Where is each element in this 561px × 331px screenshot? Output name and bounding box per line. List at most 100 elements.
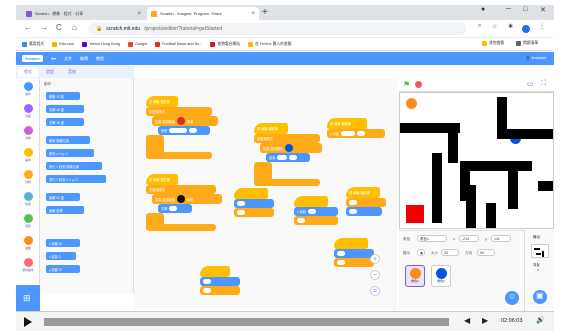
- next-icon[interactable]: ▶: [482, 316, 488, 325]
- new-tab-button[interactable]: +: [262, 7, 268, 18]
- value-field[interactable]: [337, 260, 345, 265]
- value-field[interactable]: [169, 128, 188, 133]
- key-block[interactable]: x 改變: [327, 129, 385, 138]
- maximize-button[interactable]: □: [523, 6, 527, 13]
- when-flag-clicked-block[interactable]: 當 綠旗 被點擊: [146, 96, 178, 107]
- motion-block[interactable]: x 改變: [294, 207, 338, 216]
- back-button[interactable]: ←: [24, 23, 32, 32]
- sprite-name-field[interactable]: 角色1: [417, 235, 447, 242]
- close-tab-icon[interactable]: ×: [137, 11, 141, 17]
- palette-block[interactable]: 滑行 1 秒到 x: 0 y: 0: [46, 175, 106, 183]
- category-operators[interactable]: 運算: [16, 214, 40, 228]
- color-swatch[interactable]: [177, 117, 186, 125]
- account-avatar[interactable]: [522, 25, 530, 33]
- motion-block[interactable]: [200, 277, 240, 286]
- motion-block[interactable]: [346, 207, 382, 216]
- reload-button[interactable]: C: [56, 23, 62, 32]
- motion-block[interactable]: [234, 199, 274, 208]
- value-field[interactable]: [337, 251, 345, 256]
- zoom-reset-icon[interactable]: =: [370, 286, 380, 296]
- forever-block[interactable]: 重複無限次: [146, 185, 216, 194]
- palette-block[interactable]: 移動 10 點: [46, 92, 80, 100]
- other-bookmarks[interactable]: 其他書籤: [482, 41, 504, 46]
- when-flag-clicked-block[interactable]: 當 綠旗 被點擊: [346, 187, 380, 198]
- palette-block[interactable]: 右轉 15 度: [46, 105, 84, 113]
- bookmark-item[interactable]: Google: [127, 41, 147, 47]
- add-backdrop-button[interactable]: ▣: [533, 290, 547, 304]
- value-field[interactable]: [289, 155, 298, 160]
- value-field[interactable]: [237, 210, 245, 215]
- when-key-pressed-block[interactable]: [334, 238, 368, 249]
- show-toggle-icon[interactable]: ◉: [417, 249, 425, 256]
- globe-icon[interactable]: ⊕▾: [51, 56, 56, 61]
- category-events[interactable]: 事件: [16, 148, 40, 162]
- palette-block[interactable]: y 改變 10: [46, 265, 80, 273]
- value-field[interactable]: [203, 279, 211, 284]
- motion-block[interactable]: 移動: [158, 126, 210, 135]
- palette-block[interactable]: 滑行 1 秒到 隨機位置: [46, 162, 102, 170]
- x-field[interactable]: -214: [459, 235, 479, 242]
- if-block[interactable]: 如果 碰到顏色 那麼: [152, 116, 218, 126]
- profile-icon[interactable]: ●: [481, 6, 485, 13]
- when-flag-clicked-block[interactable]: 當 綠旗 被點擊: [327, 118, 367, 129]
- scratch-logo[interactable]: Scratch: [22, 55, 43, 62]
- when-key-pressed-block[interactable]: [200, 266, 230, 277]
- bookmark-item[interactable]: Yahoo Hong Kong: [82, 41, 120, 47]
- green-flag-icon[interactable]: ⚑: [403, 80, 410, 89]
- palette-block[interactable]: x 改變 10: [46, 239, 80, 247]
- if-block[interactable]: 如果 碰到顏色 那麼: [152, 194, 222, 204]
- add-extension-button[interactable]: ⊞: [16, 285, 40, 311]
- user-menu[interactable]: 👤 bnasset: [526, 55, 546, 60]
- search-icon[interactable]: ⌕: [478, 23, 481, 30]
- value-field[interactable]: [237, 201, 245, 206]
- stop-icon[interactable]: [415, 81, 422, 88]
- zoom-out-icon[interactable]: −: [370, 270, 380, 280]
- if-block[interactable]: 如果 碰到顏色: [260, 143, 322, 153]
- palette-block[interactable]: x 設為 0: [46, 252, 76, 260]
- add-sprite-button[interactable]: ☺: [505, 291, 519, 305]
- sprite-thumbnail-1[interactable]: 角色1: [405, 265, 425, 287]
- forever-block[interactable]: 重複無限次: [146, 107, 212, 116]
- tab-costumes[interactable]: 造型: [40, 67, 60, 77]
- category-my-blocks[interactable]: 我的積木: [16, 258, 40, 272]
- motion-block[interactable]: 設為: [266, 153, 310, 162]
- menu-edit[interactable]: 編輯: [80, 56, 88, 62]
- category-sound[interactable]: 音效: [16, 126, 40, 140]
- palette-block[interactable]: 面朝 90 度: [46, 193, 80, 201]
- minimize-button[interactable]: ─: [506, 6, 511, 13]
- code-area[interactable]: 當 綠旗 被點擊 重複無限次 如果 碰到顏色 那麼 移動 當 綠旗 被點擊 重複無…: [134, 78, 397, 311]
- fullscreen-icon[interactable]: ⛶: [541, 80, 546, 88]
- menu-tutorials[interactable]: 教程: [96, 56, 104, 62]
- star-icon[interactable]: ☆: [492, 23, 497, 30]
- control-block[interactable]: [334, 258, 374, 267]
- bookmark-item[interactable]: Edu.com: [52, 41, 74, 47]
- stage-canvas[interactable]: [399, 92, 554, 229]
- tab-code[interactable]: 程式: [18, 67, 38, 77]
- value-field[interactable]: [203, 288, 211, 293]
- play-icon[interactable]: [24, 317, 32, 327]
- when-flag-clicked-block[interactable]: 當 綠旗 被點擊: [146, 174, 178, 185]
- when-key-pressed-block[interactable]: [234, 188, 268, 199]
- progress-track[interactable]: [44, 318, 449, 326]
- control-block[interactable]: [234, 208, 274, 217]
- stage-selector[interactable]: 舞台 背景 1 ▣: [524, 230, 554, 311]
- size-field[interactable]: 20: [441, 249, 459, 256]
- color-swatch[interactable]: [177, 195, 186, 203]
- bookmark-item[interactable]: 香港電台網站: [210, 41, 240, 47]
- bookmark-item[interactable]: 在 Firefox 匯入的書籤: [248, 41, 292, 47]
- palette-block[interactable]: 移到 x: 0 y: 0: [46, 149, 94, 157]
- url-field[interactable]: 🔒 scratch.mit.edu/projects/editor/?tutor…: [88, 23, 466, 35]
- when-key-pressed-block[interactable]: [294, 196, 328, 207]
- value-field[interactable]: [189, 128, 198, 133]
- tab-sounds[interactable]: 音效: [62, 67, 82, 77]
- bookmark-item[interactable]: 應用程式: [22, 41, 44, 47]
- small-stage-icon[interactable]: ▭: [527, 80, 534, 88]
- category-motion[interactable]: 動作: [16, 82, 40, 96]
- value-field[interactable]: [349, 200, 357, 205]
- palette-block[interactable]: 面朝 鼠標: [46, 206, 84, 214]
- extensions-icon[interactable]: ✱: [508, 23, 513, 30]
- sprite-orange-ball[interactable]: [406, 98, 417, 109]
- palette-block[interactable]: 左轉 15 度: [46, 118, 84, 126]
- home-button[interactable]: ⌂: [72, 23, 77, 32]
- forward-button[interactable]: →: [40, 23, 48, 32]
